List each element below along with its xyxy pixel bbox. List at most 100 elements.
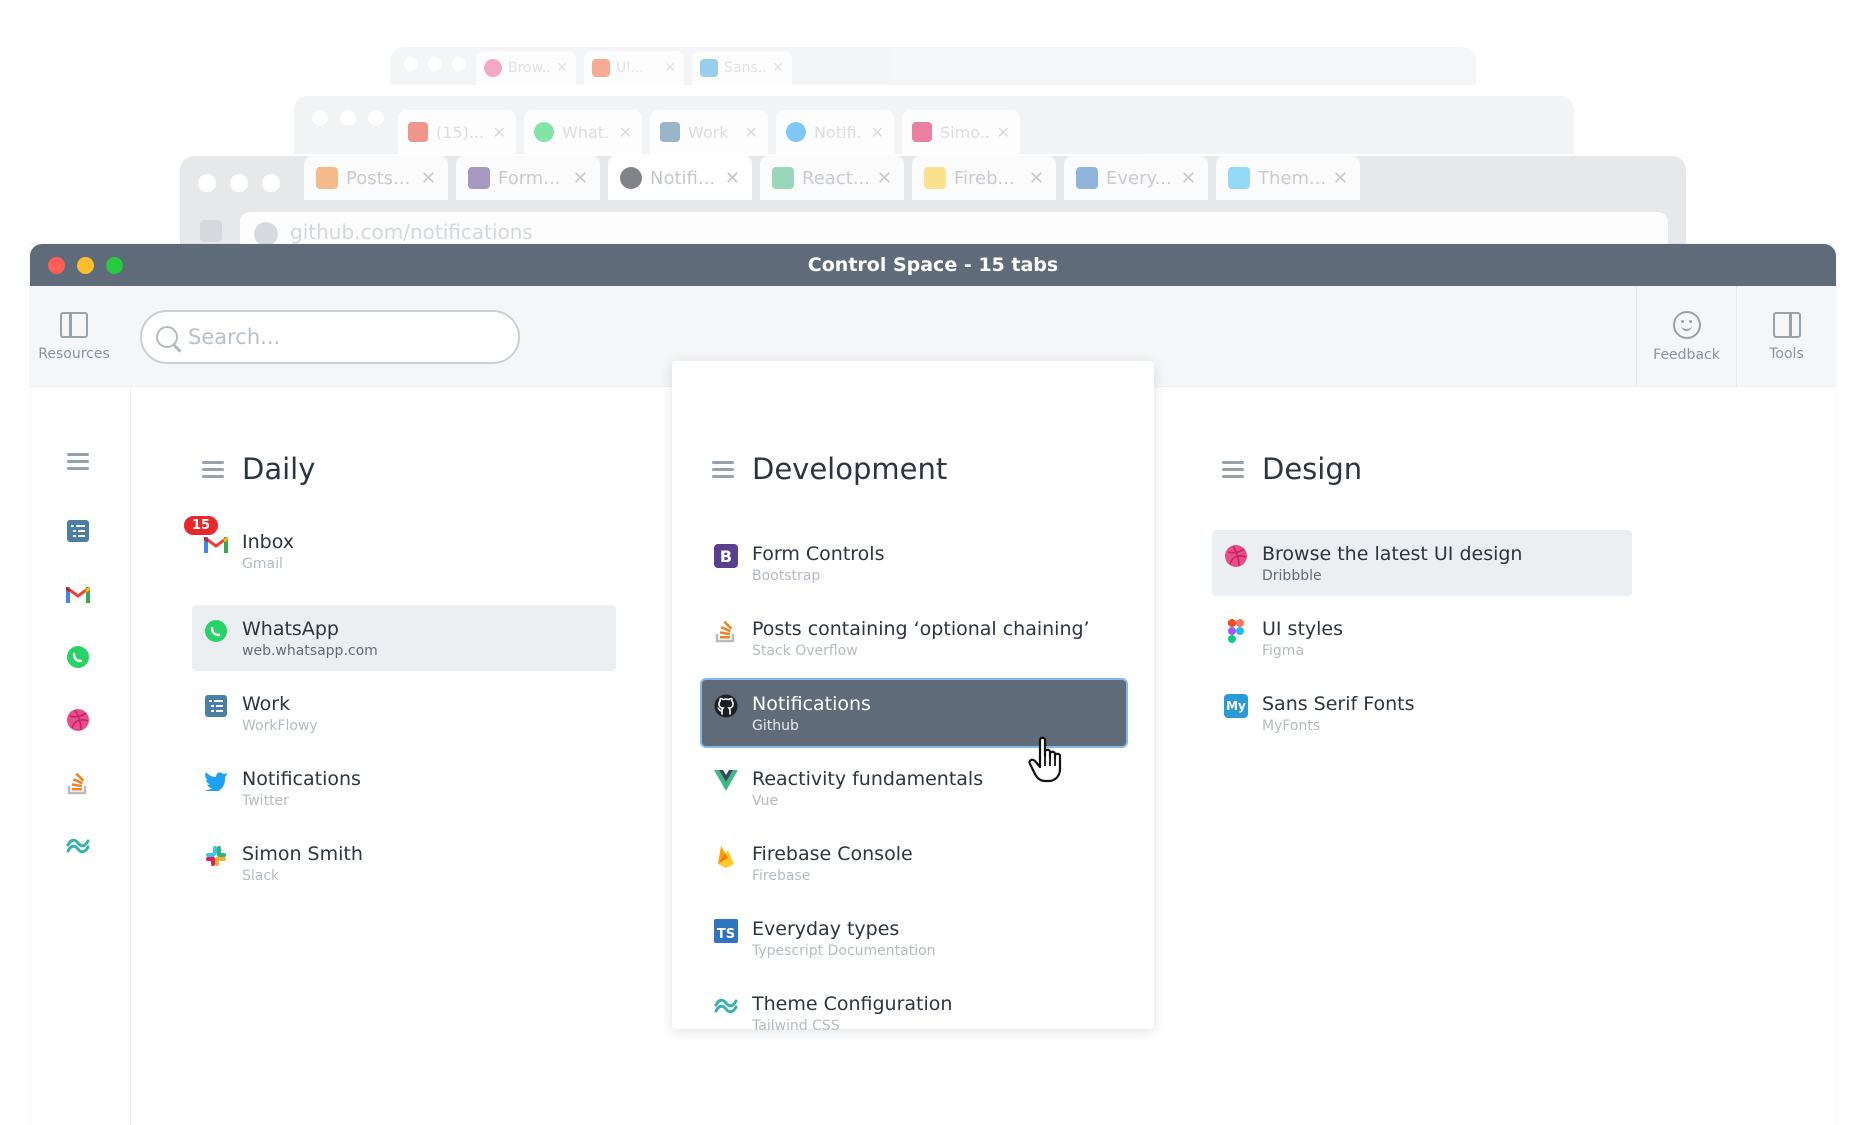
tab-source: Bootstrap (752, 568, 821, 584)
stackoverflow-icon (316, 167, 338, 189)
browser-tabs: Posts... ✕ Form... ✕ Notifi... ✕ React... ✕ … (304, 156, 1360, 200)
column-header: Development (712, 452, 947, 486)
workflowy-icon (204, 694, 228, 718)
browser-tab[interactable]: Notifi... ✕ (608, 156, 752, 200)
browser-tab[interactable]: Form... ✕ (456, 156, 600, 200)
tab-item[interactable]: TS Everyday types Typescript Documentatio… (702, 905, 1126, 971)
search-icon (156, 326, 178, 348)
tab-label: Every... (1106, 167, 1172, 189)
browser-tab[interactable]: What... ✕ (524, 110, 642, 154)
tab-item[interactable]: 15 Inbox Gmail (182, 514, 616, 584)
tab-source: Gmail (242, 556, 283, 572)
close-icon[interactable]: ✕ (664, 60, 676, 76)
tab-item[interactable]: Browse the latest UI design Dribbble (1212, 530, 1632, 596)
column-title: Daily (242, 452, 316, 486)
close-icon[interactable]: ✕ (573, 168, 588, 189)
tab-title: Work (242, 693, 291, 715)
browser-tab[interactable]: UI... ✕ (584, 51, 684, 85)
whatsapp-icon[interactable] (66, 645, 90, 669)
tab-label: What... (562, 122, 611, 142)
tab-item[interactable]: My Sans Serif Fonts MyFonts (1212, 680, 1632, 746)
browser-tab[interactable]: Fireb... ✕ (912, 156, 1056, 200)
background-browser-window-front: Posts... ✕ Form... ✕ Notifi... ✕ React... ✕ … (180, 156, 1686, 248)
tab-item[interactable]: Simon Smith Slack (192, 830, 616, 896)
tab-item[interactable]: UI styles Figma (1212, 605, 1632, 671)
close-icon[interactable]: ✕ (1333, 168, 1348, 189)
close-icon[interactable]: ✕ (493, 123, 506, 142)
tab-item[interactable]: Firebase Console Firebase (702, 830, 1126, 896)
tab-label: Notifi... (650, 167, 716, 189)
column-title: Development (752, 452, 948, 486)
tailwind-icon (1228, 167, 1250, 189)
close-icon[interactable]: ✕ (556, 60, 568, 76)
browser-tab[interactable]: React... ✕ (760, 156, 904, 200)
tab-label: (15)... (436, 122, 485, 142)
close-icon[interactable]: ✕ (877, 168, 892, 189)
browser-tab[interactable]: Them... ✕ (1216, 156, 1360, 200)
tab-item[interactable]: WhatsApp web.whatsapp.com (192, 605, 616, 671)
dribbble-icon[interactable] (66, 708, 90, 732)
search-input[interactable] (188, 325, 488, 349)
browser-tab[interactable]: (15)... ✕ (398, 110, 516, 154)
browser-tab[interactable]: Brow... ✕ (476, 51, 576, 85)
tab-title: Browse the latest UI design (1262, 543, 1523, 565)
tab-item[interactable]: Notifications Twitter (192, 755, 616, 821)
column-header: Daily (202, 452, 315, 486)
whatsapp-icon (204, 619, 228, 643)
myfonts-icon: My (1224, 694, 1248, 718)
tab-item[interactable]: Work WorkFlowy (192, 680, 616, 746)
browser-tab[interactable]: Every... ✕ (1064, 156, 1208, 200)
background-browser-window-back: Brow... ✕ UI... ✕ Sans... ✕ (390, 47, 1476, 85)
menu-icon[interactable] (202, 461, 224, 478)
browser-tab[interactable]: Work ✕ (650, 110, 768, 154)
tab-item[interactable]: Posts containing ‘optional chaining’ Stac… (702, 605, 1126, 671)
workflowy-icon (660, 122, 680, 142)
typescript-icon: TS (714, 919, 738, 943)
tab-source: Stack Overflow (752, 643, 858, 659)
address-bar[interactable]: github.com/notifications (240, 212, 1668, 248)
gmail-icon: 15 (182, 514, 228, 556)
resources-button[interactable]: Resources (30, 286, 118, 387)
tab-label: Them... (1258, 167, 1325, 189)
tab-title: Simon Smith (242, 843, 363, 865)
tab-item[interactable]: Theme Configuration Tailwind CSS (702, 980, 1126, 1046)
myfonts-icon (700, 59, 718, 77)
browser-tab[interactable]: Simo... ✕ (902, 110, 1020, 154)
gmail-icon[interactable] (66, 582, 90, 606)
typescript-icon (1076, 167, 1098, 189)
close-icon[interactable]: ✕ (725, 168, 740, 189)
search-box[interactable] (140, 310, 520, 364)
menu-icon[interactable] (66, 449, 90, 473)
browser-tab[interactable]: Sans... ✕ (692, 51, 792, 85)
close-icon[interactable]: ✕ (619, 123, 632, 142)
tab-label: UI... (616, 60, 644, 76)
stackoverflow-icon[interactable] (66, 771, 90, 795)
column-header: Design (1222, 452, 1362, 486)
browser-tab[interactable]: Posts... ✕ (304, 156, 448, 200)
close-icon[interactable]: ✕ (871, 123, 884, 142)
close-icon[interactable]: ✕ (745, 123, 758, 142)
window-controls (404, 57, 466, 71)
close-icon[interactable]: ✕ (421, 168, 436, 189)
browser-tab[interactable]: Notifi... ✕ (776, 110, 894, 154)
close-icon[interactable]: ✕ (772, 60, 784, 76)
feedback-button[interactable]: Feedback (1636, 286, 1736, 387)
tab-source: Tailwind CSS (752, 1018, 840, 1034)
menu-icon[interactable] (1222, 461, 1244, 478)
sidebar-toggle-icon[interactable] (200, 220, 222, 242)
tab-source: Typescript Documentation (752, 943, 936, 959)
control-space-window: Control Space - 15 tabs Resources Feedba… (30, 244, 1836, 1125)
tab-title: Form Controls (752, 543, 885, 565)
close-icon[interactable]: ✕ (1029, 168, 1044, 189)
workflowy-icon[interactable] (66, 519, 90, 543)
close-icon[interactable]: ✕ (1181, 168, 1196, 189)
menu-icon[interactable] (712, 461, 734, 478)
tab-item[interactable]: B Form Controls Bootstrap (702, 530, 1126, 596)
tools-button[interactable]: Tools (1736, 286, 1836, 387)
tab-label: React... (802, 167, 869, 189)
close-icon[interactable]: ✕ (997, 123, 1010, 142)
stackoverflow-icon (714, 619, 738, 643)
tab-source: Slack (242, 868, 280, 884)
tailwind-icon[interactable] (66, 834, 90, 858)
window-title: Control Space - 15 tabs (807, 254, 1059, 276)
